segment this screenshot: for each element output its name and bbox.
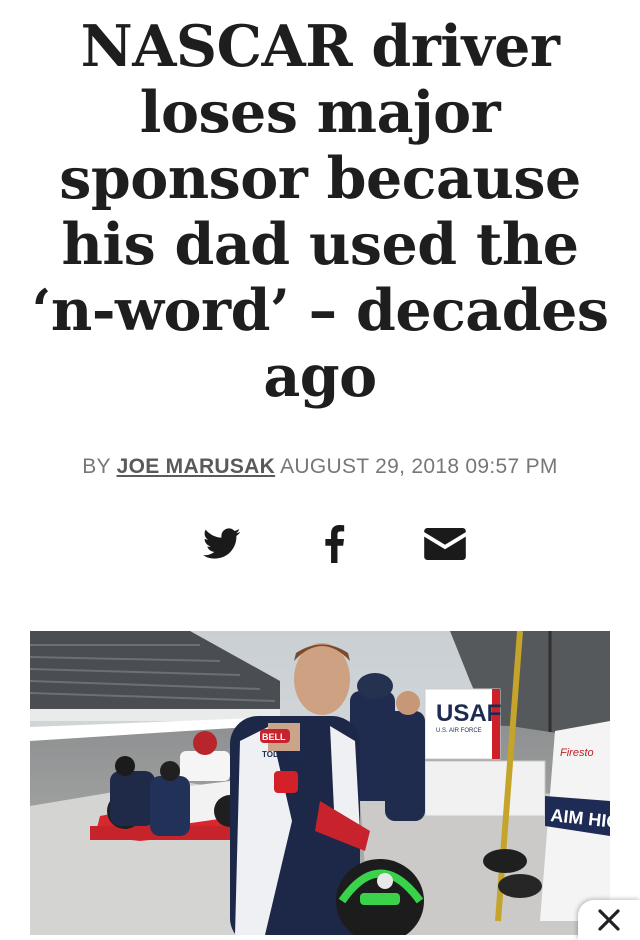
article-headline: NASCAR driver loses major sponsor becaus… xyxy=(31,13,609,410)
close-icon xyxy=(598,909,620,931)
twitter-share-button[interactable] xyxy=(198,520,246,568)
byline-prefix: BY xyxy=(82,455,111,478)
facebook-share-button[interactable] xyxy=(310,520,358,568)
twitter-icon xyxy=(203,528,241,559)
article-photo: USAF U.S. AIR FORCE Firesto AIM HIG BELL… xyxy=(30,631,610,935)
facebook-icon xyxy=(325,525,345,563)
firestone-text: Firesto xyxy=(560,747,594,759)
byline: BY JOE MARUSAK AUGUST 29, 2018 09:57 PM xyxy=(0,455,640,479)
usaf-sign-text: USAF xyxy=(436,700,501,727)
author-link[interactable]: JOE MARUSAK xyxy=(117,455,275,478)
share-bar xyxy=(0,520,640,568)
email-share-button[interactable] xyxy=(421,520,469,568)
email-icon xyxy=(424,528,466,560)
usaf-sign: USAF U.S. AIR FORCE xyxy=(424,688,501,760)
sponsor-patch-text: TODD LANG xyxy=(262,750,309,759)
close-ad-button[interactable] xyxy=(578,900,640,940)
usaf-sign-subtext: U.S. AIR FORCE xyxy=(436,728,482,734)
bell-badge-text: BELL xyxy=(262,732,286,742)
publish-timestamp: AUGUST 29, 2018 09:57 PM xyxy=(280,455,558,478)
background-crew xyxy=(350,673,425,821)
